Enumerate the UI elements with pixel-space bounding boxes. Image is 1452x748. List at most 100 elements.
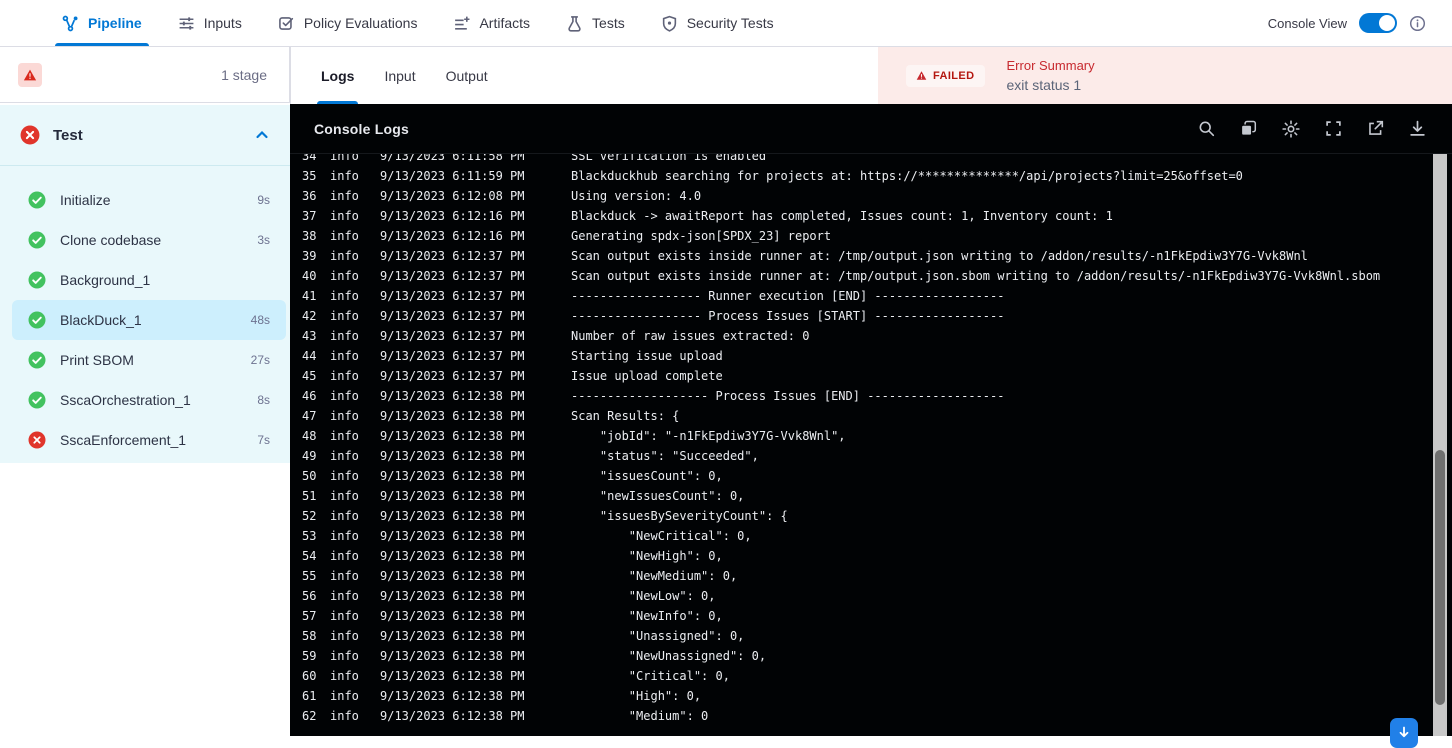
log-level: info: [330, 269, 359, 283]
fullscreen-icon[interactable]: [1325, 120, 1342, 137]
log-line-number: 36: [302, 189, 317, 203]
log-line-number: 56: [302, 589, 317, 603]
log-line-number: 52: [302, 509, 317, 523]
settings-gear-icon[interactable]: [1282, 119, 1300, 138]
log-line-number: 48: [302, 429, 317, 443]
stage-failed-icon: [20, 125, 40, 145]
download-icon[interactable]: [1409, 120, 1426, 137]
log-message: "NewCritical": 0,: [571, 529, 752, 543]
log-line: 35 info 9/13/2023 6:11:59 PM Blackduckhu…: [302, 166, 1452, 186]
open-in-new-icon[interactable]: [1367, 120, 1384, 137]
log-line: 52 info 9/13/2023 6:12:38 PM "issuesBySe…: [302, 506, 1452, 526]
step-row[interactable]: Print SBOM 27s: [12, 340, 286, 380]
step-row[interactable]: SscaOrchestration_1 8s: [12, 380, 286, 420]
log-level: info: [330, 389, 359, 403]
console-scrollbar-track[interactable]: [1433, 154, 1447, 736]
log-message: "Medium": 0: [571, 709, 709, 723]
stage-header-test[interactable]: Test: [0, 105, 290, 166]
step-duration: 27s: [250, 353, 270, 367]
log-timestamp: 9/13/2023 6:12:38 PM: [380, 589, 525, 603]
step-row[interactable]: SscaEnforcement_1 7s: [12, 420, 286, 460]
step-name: Background_1: [60, 272, 151, 288]
log-line: 34 info 9/13/2023 6:11:58 PM SSL verific…: [302, 154, 1452, 166]
chevron-up-icon[interactable]: [254, 127, 270, 143]
step-duration: 9s: [257, 193, 270, 207]
log-timestamp: 9/13/2023 6:12:38 PM: [380, 489, 525, 503]
tab-security-tests[interactable]: Security Tests: [661, 0, 774, 46]
top-navigation: Pipeline Inputs Policy Evaluations Artif…: [0, 0, 1452, 47]
tab-policy-evaluations[interactable]: Policy Evaluations: [278, 0, 417, 46]
log-line-number: 45: [302, 369, 317, 383]
step-row[interactable]: Clone codebase 3s: [12, 220, 286, 260]
failed-warning-icon: [916, 70, 927, 81]
log-timestamp: 9/13/2023 6:12:38 PM: [380, 609, 525, 623]
log-line: 62 info 9/13/2023 6:12:38 PM "Medium": 0: [302, 706, 1452, 726]
log-line: 41 info 9/13/2023 6:12:37 PM -----------…: [302, 286, 1452, 306]
log-line-number: 59: [302, 649, 317, 663]
log-timestamp: 9/13/2023 6:12:37 PM: [380, 309, 525, 323]
log-line-number: 44: [302, 349, 317, 363]
tab-tests[interactable]: Tests: [566, 0, 625, 46]
log-level: info: [330, 609, 359, 623]
tab-inputs[interactable]: Inputs: [178, 0, 242, 46]
log-line-number: 43: [302, 329, 317, 343]
log-level: info: [330, 669, 359, 683]
console-toolbar: [1198, 119, 1426, 138]
execution-sidebar: 1 stage Test Initialize 9s Clone codebas…: [0, 47, 290, 736]
sidebar-summary-row: 1 stage: [0, 47, 290, 103]
tab-output[interactable]: Output: [446, 47, 488, 104]
step-row[interactable]: Initialize 9s: [12, 180, 286, 220]
log-timestamp: 9/13/2023 6:12:38 PM: [380, 709, 525, 723]
info-icon[interactable]: [1409, 15, 1426, 32]
step-row[interactable]: BlackDuck_1 48s: [12, 300, 286, 340]
log-message: Generating spdx-json[SPDX_23] report: [571, 229, 832, 243]
step-name: BlackDuck_1: [60, 312, 142, 328]
log-line: 59 info 9/13/2023 6:12:38 PM "NewUnassig…: [302, 646, 1452, 666]
log-message: "Unassigned": 0,: [571, 629, 745, 643]
log-line-number: 49: [302, 449, 317, 463]
search-icon[interactable]: [1198, 120, 1215, 137]
step-duration: 8s: [257, 393, 270, 407]
log-line-number: 41: [302, 289, 317, 303]
tab-input[interactable]: Input: [384, 47, 415, 104]
log-viewport: 34 info 9/13/2023 6:11:58 PM SSL verific…: [290, 154, 1452, 736]
pipeline-warning-icon: [18, 62, 42, 87]
log-level: info: [330, 449, 359, 463]
log-line-number: 37: [302, 209, 317, 223]
copy-icon[interactable]: [1240, 120, 1257, 137]
log-level: info: [330, 649, 359, 663]
log-message: SSL verification is enabled: [571, 154, 767, 163]
tab-pipeline[interactable]: Pipeline: [55, 0, 149, 46]
log-message: "High": 0,: [571, 689, 702, 703]
log-level: info: [330, 369, 359, 383]
log-level: info: [330, 569, 359, 583]
log-level: info: [330, 289, 359, 303]
log-message: "NewLow": 0,: [571, 589, 716, 603]
error-summary-texts: Error Summary exit status 1: [1007, 58, 1095, 93]
log-message: Issue upload complete: [571, 369, 723, 383]
log-message: "status": "Succeeded",: [571, 449, 759, 463]
console-scrollbar-thumb[interactable]: [1435, 450, 1445, 705]
log-level: info: [330, 409, 359, 423]
log-message: "NewHigh": 0,: [571, 549, 723, 563]
log-level: info: [330, 469, 359, 483]
pipeline-icon: [62, 15, 79, 32]
console-view-toggle[interactable]: [1359, 13, 1397, 33]
step-row[interactable]: Background_1: [12, 260, 286, 300]
scroll-to-bottom-button[interactable]: [1390, 718, 1418, 748]
log-level: info: [330, 309, 359, 323]
step-duration: 3s: [257, 233, 270, 247]
log-line-number: 58: [302, 629, 317, 643]
console-title: Console Logs: [314, 120, 409, 137]
failed-badge-label: FAILED: [933, 69, 975, 82]
log-line-number: 46: [302, 389, 317, 403]
failed-status-badge: FAILED: [906, 64, 985, 87]
log-message: "NewMedium": 0,: [571, 569, 738, 583]
log-level: info: [330, 189, 359, 203]
tab-artifacts[interactable]: Artifacts: [453, 0, 530, 46]
step-detail-tabs: Logs Input Output: [290, 47, 878, 104]
log-level: info: [330, 489, 359, 503]
log-level: info: [330, 429, 359, 443]
tab-logs[interactable]: Logs: [316, 47, 359, 104]
log-timestamp: 9/13/2023 6:12:38 PM: [380, 649, 525, 663]
